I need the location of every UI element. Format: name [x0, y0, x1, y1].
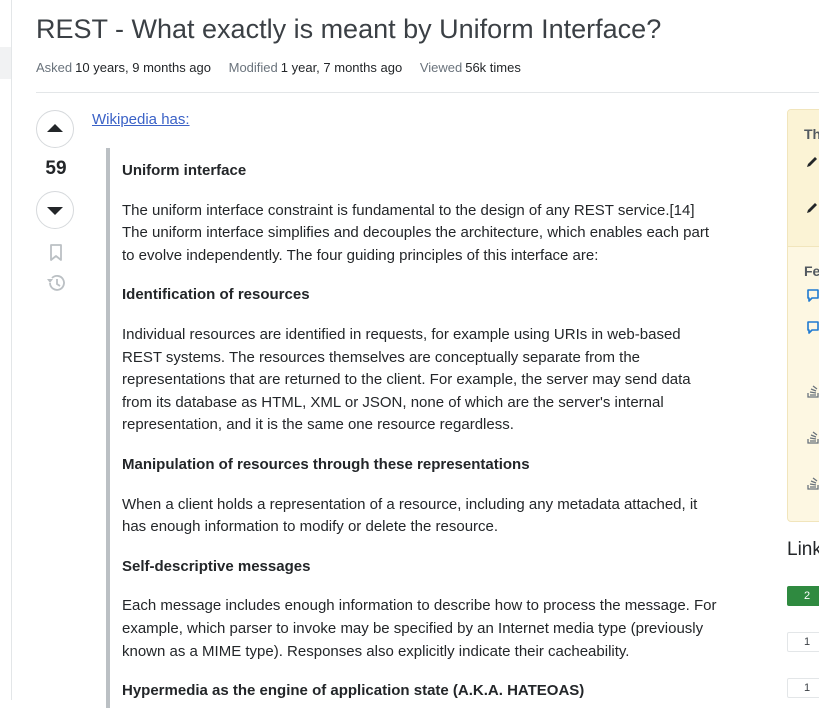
quote-heading-self-descriptive: Self-descriptive messages	[122, 557, 311, 575]
intro-text: Wikipedia has:	[92, 111, 190, 128]
blog-section-heading: Th	[804, 126, 819, 142]
wikipedia-blockquote: Uniform interface The uniform interface …	[106, 148, 722, 708]
quote-paragraph: When a client holds a representation of …	[122, 495, 698, 536]
quote-heading-manipulation: Manipulation of resources through these …	[122, 455, 530, 473]
chat-icon	[807, 321, 819, 334]
history-icon[interactable]	[46, 274, 66, 292]
quote-paragraph: The uniform interface constraint is fund…	[122, 201, 709, 264]
question-title[interactable]: REST - What exactly is meant by Uniform …	[36, 14, 661, 45]
asked-value: 10 years, 9 months ago	[75, 60, 211, 75]
stack-icon	[807, 431, 819, 444]
asked-label: Asked	[36, 60, 73, 75]
quote-heading-hateoas: Hypermedia as the engine of application …	[122, 682, 585, 700]
title-divider	[36, 92, 819, 93]
featured-section-heading: Fe	[804, 263, 819, 279]
quote-heading-uniform-interface: Uniform interface	[122, 162, 247, 179]
arrow-down-icon	[47, 207, 63, 215]
viewed-value: 56k times	[465, 60, 521, 75]
quote-paragraph: Each message includes enough information…	[122, 597, 717, 660]
modified-label: Modified	[228, 60, 278, 75]
quote-heading-identification: Identification of resources	[122, 286, 310, 304]
wikipedia-link[interactable]: Wikipedia has:	[92, 111, 190, 128]
left-navigation-rail	[0, 0, 12, 700]
sidebar-blog-widget: Th Fe	[787, 109, 819, 522]
vote-score: 59	[45, 158, 67, 179]
linked-question-score[interactable]: 1	[787, 678, 819, 698]
left-nav-selected-item[interactable]	[0, 47, 11, 79]
stack-icon	[807, 477, 819, 490]
stack-icon	[807, 385, 819, 398]
question-meta: Asked 10 years, 9 months ago Modified 1 ye…	[36, 60, 535, 75]
quote-paragraph: Individual resources are identified in r…	[122, 325, 691, 434]
linked-question-score[interactable]: 2	[787, 586, 819, 606]
pencil-icon	[807, 203, 817, 213]
modified-value[interactable]: 1 year, 7 months ago	[281, 60, 402, 75]
arrow-up-icon	[47, 124, 63, 132]
downvote-button[interactable]	[36, 191, 74, 229]
linked-question-score[interactable]: 1	[787, 632, 819, 652]
chat-icon	[807, 289, 819, 302]
viewed-label: Viewed	[419, 60, 463, 75]
pencil-icon	[807, 157, 817, 167]
bookmark-icon[interactable]	[49, 244, 63, 262]
linked-section-heading: Link	[787, 539, 819, 560]
upvote-button[interactable]	[36, 110, 74, 148]
